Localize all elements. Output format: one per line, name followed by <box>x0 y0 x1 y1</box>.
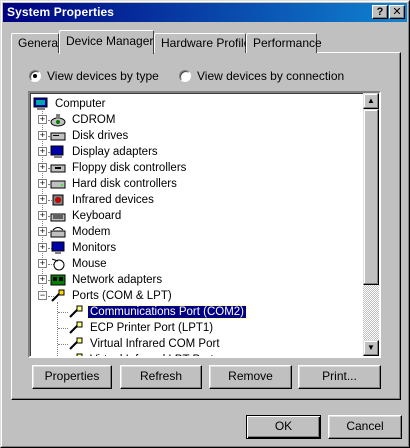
tree-child-port[interactable]: Communications Port (COM2) <box>68 304 248 320</box>
ok-button[interactable]: OK <box>246 415 321 439</box>
scroll-up-button[interactable]: ▲ <box>363 93 379 109</box>
window-title: System Properties <box>7 5 115 19</box>
tree-item-infrared-devices[interactable]: Infrared devices <box>50 192 156 208</box>
port-icon <box>50 289 66 303</box>
tree-scrollbar[interactable]: ▲ ▼ <box>363 93 379 356</box>
tree-item-label: Monitors <box>72 242 117 254</box>
tree-child-label: ECP Printer Port (LPT1) <box>90 322 214 334</box>
tree-item-label: Display adapters <box>72 146 158 158</box>
computer-icon <box>33 97 49 111</box>
radio-unselected-icon <box>179 70 191 82</box>
title-bar[interactable]: System Properties ? ✕ <box>3 3 407 22</box>
expand-icon[interactable]: + <box>38 147 47 156</box>
system-properties-window: System Properties ? ✕ General Device Man… <box>0 0 410 448</box>
tree-item-label: Keyboard <box>72 210 122 222</box>
keyboard-icon <box>50 209 66 223</box>
help-button[interactable]: ? <box>372 5 388 19</box>
view-by-connection-radio[interactable]: View devices by connection <box>179 69 344 83</box>
expand-icon[interactable]: + <box>38 163 47 172</box>
monitor-icon <box>50 241 66 255</box>
tree-item-mouse[interactable]: Mouse <box>50 256 109 272</box>
mouse-icon <box>50 257 66 271</box>
port-icon <box>68 353 84 356</box>
disk-drive-icon <box>50 129 66 143</box>
tree-item-label: Ports (COM & LPT) <box>72 290 172 302</box>
tree-child-label: Virtual Infrared LPT Port <box>88 354 216 356</box>
device-tree-viewport: Computer + CDROM + Disk drives + Display adap… <box>30 93 365 356</box>
scroll-down-button[interactable]: ▼ <box>363 340 379 356</box>
expand-icon[interactable]: + <box>38 179 47 188</box>
tree-root-label: Computer <box>55 98 106 110</box>
hard-disk-controller-icon <box>50 177 66 191</box>
view-by-connection-label: View devices by connection <box>197 69 345 83</box>
tree-item-display-adapters[interactable]: Display adapters <box>50 144 160 160</box>
tree-item-cdrom[interactable]: CDROM <box>50 112 117 128</box>
tree-item-label: Disk drives <box>72 130 129 142</box>
refresh-button[interactable]: Refresh <box>120 365 202 389</box>
expand-icon[interactable]: + <box>38 243 47 252</box>
tree-item-label: Infrared devices <box>72 194 154 206</box>
tree-item-label: Modem <box>72 226 111 238</box>
tree-item-modem[interactable]: Modem <box>50 224 112 240</box>
tree-item-network-adapters[interactable]: Network adapters <box>50 272 164 288</box>
tree-item-label: CDROM <box>72 114 116 126</box>
expand-icon[interactable]: + <box>38 259 47 268</box>
tree-connector-line <box>57 302 58 356</box>
close-button[interactable]: ✕ <box>389 5 405 19</box>
tree-child-label: Communications Port (COM2) <box>86 305 248 319</box>
remove-button[interactable]: Remove <box>209 365 292 389</box>
tree-item-label: Floppy disk controllers <box>72 162 187 174</box>
cancel-button[interactable]: Cancel <box>328 415 402 439</box>
tree-child-port[interactable]: Virtual Infrared LPT Port <box>68 352 216 356</box>
modem-icon <box>50 225 66 239</box>
tab-hardware-profiles[interactable]: Hardware Profiles <box>154 33 256 53</box>
port-icon <box>68 321 84 335</box>
tree-item-keyboard[interactable]: Keyboard <box>50 208 123 224</box>
tree-child-port[interactable]: ECP Printer Port (LPT1) <box>68 320 215 336</box>
tree-connector-line <box>58 312 68 313</box>
expand-icon[interactable]: + <box>38 275 47 284</box>
properties-button[interactable]: Properties <box>32 365 112 389</box>
port-icon <box>68 337 84 351</box>
view-by-type-radio[interactable]: View devices by type <box>29 69 159 83</box>
port-icon <box>68 305 84 319</box>
tree-connector-line <box>58 344 68 345</box>
tab-general[interactable]: General <box>11 33 61 53</box>
expand-icon[interactable]: + <box>38 211 47 220</box>
tree-child-port[interactable]: Virtual Infrared COM Port <box>68 336 222 352</box>
collapse-icon[interactable]: − <box>38 291 47 300</box>
network-adapter-icon <box>50 273 66 287</box>
expand-icon[interactable]: + <box>38 115 47 124</box>
print-button[interactable]: Print... <box>298 365 381 389</box>
device-tree[interactable]: Computer + CDROM + Disk drives + Display adap… <box>28 91 381 358</box>
tree-connector-line <box>58 328 68 329</box>
tree-item-ports-com-lpt[interactable]: Ports (COM & LPT) <box>50 288 174 304</box>
tab-device-manager[interactable]: Device Manager <box>59 30 154 54</box>
tree-item-label: Hard disk controllers <box>72 178 177 190</box>
expand-icon[interactable]: + <box>38 227 47 236</box>
tree-item-label: Network adapters <box>72 274 163 286</box>
view-by-type-label: View devices by type <box>47 69 159 83</box>
tree-child-label: Virtual Infrared COM Port <box>90 338 220 350</box>
tree-item-hard-disk-controllers[interactable]: Hard disk controllers <box>50 176 179 192</box>
tree-root-computer[interactable]: Computer <box>33 96 108 112</box>
tree-item-floppy-disk-controllers[interactable]: Floppy disk controllers <box>50 160 188 176</box>
cdrom-icon <box>50 113 66 127</box>
radio-selected-icon <box>29 70 41 82</box>
tree-item-label: Mouse <box>72 258 107 270</box>
tree-item-monitors[interactable]: Monitors <box>50 240 118 256</box>
expand-icon[interactable]: + <box>38 195 47 204</box>
scroll-thumb[interactable] <box>363 109 379 285</box>
expand-icon[interactable]: + <box>38 131 47 140</box>
tree-item-disk-drives[interactable]: Disk drives <box>50 128 130 144</box>
infrared-icon <box>50 193 66 207</box>
tab-performance[interactable]: Performance <box>246 33 322 53</box>
floppy-controller-icon <box>50 161 66 175</box>
display-adapter-icon <box>50 145 66 159</box>
